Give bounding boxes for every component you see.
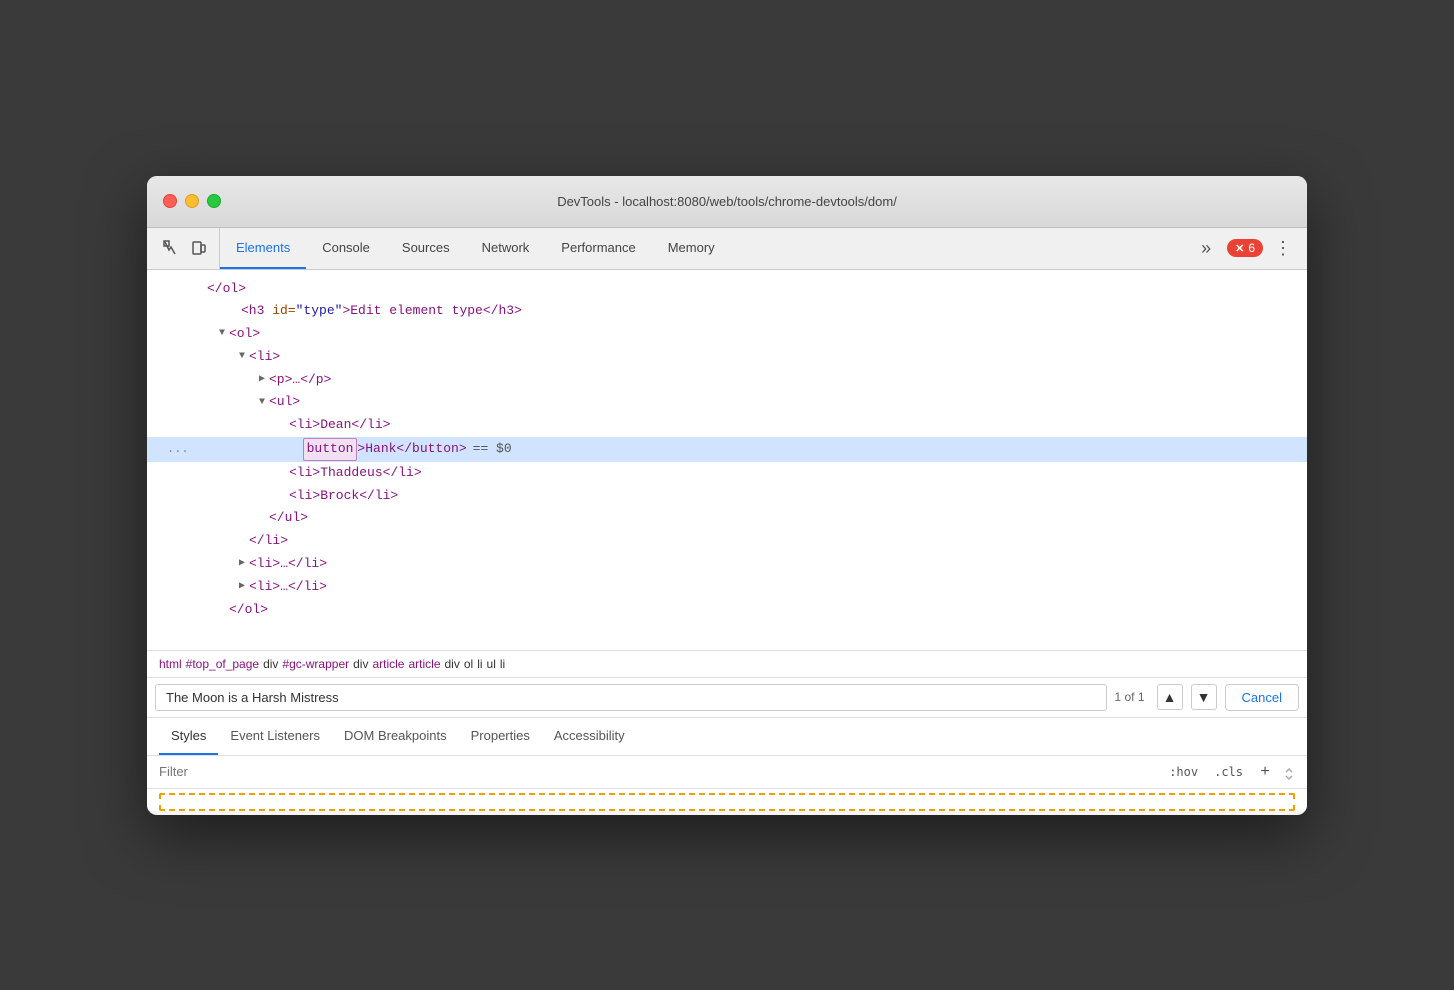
dom-line: ▶ </ul> [147,507,1307,530]
dom-line: <ul> [147,391,1307,414]
breadcrumb-item-div1[interactable]: div [263,657,278,671]
dom-line: <li> [147,346,1307,369]
error-x-icon: ✕ [1235,242,1244,255]
error-badge[interactable]: ✕ 6 [1227,239,1263,257]
filter-bar: :hov .cls + [147,756,1307,789]
devtools-window: DevTools - localhost:8080/web/tools/chro… [147,176,1307,815]
tab-accessibility[interactable]: Accessibility [542,718,637,755]
dom-line: <li>…</li> [147,553,1307,576]
breadcrumb-item-div2[interactable]: div [353,657,368,671]
minimize-button[interactable] [185,194,199,208]
dom-line: <li>…</li> [147,576,1307,599]
breadcrumb-item-li2[interactable]: li [500,657,505,671]
new-rule-button[interactable]: + [1255,762,1275,782]
dom-line-selected[interactable]: ... ▶ button>Hank</button> == $0 [147,437,1307,462]
close-button[interactable] [163,194,177,208]
device-icon[interactable] [187,236,211,260]
search-count: 1 of 1 [1115,690,1145,704]
tab-elements[interactable]: Elements [220,228,306,269]
inspect-icon[interactable] [159,236,183,260]
dom-line: </ol> [147,278,1307,301]
dom-tree: </ol> ▶ <h3 id="type">Edit element type<… [147,270,1307,650]
breadcrumb-item-ul[interactable]: ul [487,657,496,671]
devtools-menu-button[interactable]: ⋮ [1271,236,1295,260]
window-title: DevTools - localhost:8080/web/tools/chro… [557,194,897,209]
tab-memory[interactable]: Memory [652,228,731,269]
maximize-button[interactable] [207,194,221,208]
filter-input[interactable] [159,764,1153,779]
dom-line: ▶ </li> [147,530,1307,553]
resize-handle [1283,762,1295,782]
breadcrumb-item-li1[interactable]: li [477,657,482,671]
tab-properties[interactable]: Properties [459,718,542,755]
breadcrumb-item-article1[interactable]: article [372,657,404,671]
cls-button[interactable]: .cls [1210,763,1247,781]
search-input[interactable] [155,684,1107,711]
search-bar: 1 of 1 ▲ ▼ Cancel [147,678,1307,718]
tab-network[interactable]: Network [466,228,546,269]
tabbar-right: » ✕ 6 ⋮ [1185,228,1303,269]
search-next-button[interactable]: ▼ [1191,684,1217,710]
breadcrumb-bar: html #top_of_page div #gc-wrapper div ar… [147,650,1307,678]
dom-line: ▶ <li>Brock</li> [147,485,1307,508]
search-prev-button[interactable]: ▲ [1157,684,1183,710]
dashed-border-hint [159,793,1295,811]
lower-panel: Styles Event Listeners DOM Breakpoints P… [147,718,1307,811]
tab-event-listeners[interactable]: Event Listeners [218,718,332,755]
breadcrumb-item-ol[interactable]: ol [464,657,473,671]
dom-line: ▶ </ol> [147,599,1307,622]
search-cancel-button[interactable]: Cancel [1225,684,1299,711]
breadcrumb-item-article2[interactable]: article [408,657,440,671]
window-controls [163,194,221,208]
dom-line: ▶ <li>Thaddeus</li> [147,462,1307,485]
tab-sources[interactable]: Sources [386,228,466,269]
dom-line: ▶ <h3 id="type">Edit element type</h3> [147,300,1307,323]
filter-actions: :hov .cls + [1165,762,1295,782]
breadcrumb-item-top[interactable]: #top_of_page [186,657,259,671]
breadcrumb-item-div3[interactable]: div [445,657,460,671]
error-count: 6 [1248,241,1255,255]
dom-line: <p>…</p> [147,369,1307,392]
tabbar: Elements Console Sources Network Perform… [147,228,1307,270]
devtools-icons [151,228,220,269]
main-tabs: Elements Console Sources Network Perform… [220,228,1185,269]
titlebar: DevTools - localhost:8080/web/tools/chro… [147,176,1307,228]
tab-styles[interactable]: Styles [159,718,218,755]
tab-console[interactable]: Console [306,228,386,269]
tab-dom-breakpoints[interactable]: DOM Breakpoints [332,718,459,755]
hov-button[interactable]: :hov [1165,763,1202,781]
breadcrumb-item-html[interactable]: html [159,657,182,671]
more-tabs-button[interactable]: » [1193,234,1219,262]
dom-line: ▶ <li>Dean</li> [147,414,1307,437]
lower-tabs: Styles Event Listeners DOM Breakpoints P… [147,718,1307,756]
tab-performance[interactable]: Performance [545,228,651,269]
dom-line: <ol> [147,323,1307,346]
breadcrumb-item-gc-wrapper[interactable]: #gc-wrapper [282,657,349,671]
